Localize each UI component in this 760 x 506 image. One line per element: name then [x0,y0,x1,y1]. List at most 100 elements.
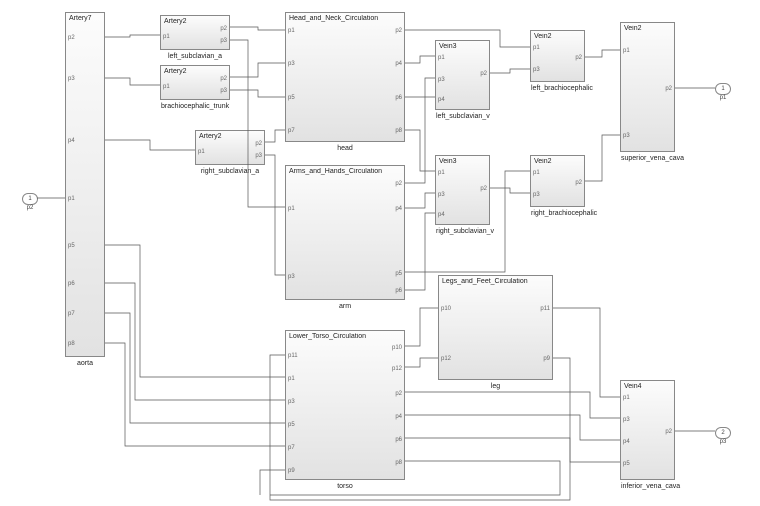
block-aorta-title: Artery7 [69,15,101,22]
block-brachiocephalic-trunk[interactable]: Artery2 p1 p2 p3 brachiocephalic_trunk [160,65,230,100]
port: p3 [623,417,630,423]
port: p2 [575,180,582,186]
port: p2 [395,181,402,187]
port: p3 [255,153,262,159]
label: torso [286,483,404,490]
block-right-subclavian-v[interactable]: Vein3 p1 p3 p4 p2 right_subclavian_v [435,155,490,225]
output-port-2[interactable]: 2 [715,427,731,439]
port: p7 [288,445,295,451]
label: superior_vena_cava [621,155,674,162]
port: p1 [623,395,630,401]
port: p7 [68,311,75,317]
output-port-1-label: p1 [715,95,731,101]
port: p1 [68,196,75,202]
port: p5 [288,95,295,101]
block-left-subclavian-v[interactable]: Vein3 p1 p3 p4 p2 left_subclavian_v [435,40,490,110]
title: Artery2 [164,18,226,25]
port: p1 [438,170,445,176]
port: p1 [163,84,170,90]
port: p10 [441,306,451,312]
port: p5 [288,422,295,428]
block-superior-vena-cava[interactable]: Vein2 p1 p3 p2 superior_vena_cava [620,22,675,152]
output-port-1[interactable]: 1 [715,83,731,95]
port: p2 [395,391,402,397]
port: p5 [623,461,630,467]
title: Arms_and_Hands_Circulation [289,168,401,175]
label: arm [286,303,404,310]
port: p3 [288,399,295,405]
port: p4 [395,414,402,420]
port: p2 [480,71,487,77]
port: p3 [533,192,540,198]
port: p1 [288,376,295,382]
port: p3 [438,192,445,198]
label: inferior_vena_cava [621,483,674,490]
label: right_brachiocephalic [531,210,584,217]
port: p3 [220,38,227,44]
title: Vein2 [624,25,671,32]
port: p6 [395,288,402,294]
block-aorta-label: aorta [66,360,104,367]
port: p2 [665,86,672,92]
port: p4 [438,212,445,218]
port: p9 [288,468,295,474]
port: p2 [665,429,672,435]
port: p3 [68,76,75,82]
port: p5 [68,243,75,249]
title: Vein2 [534,158,581,165]
port: p1 [623,48,630,54]
title: Lower_Torso_Circulation [289,333,401,340]
input-port-num: 1 [28,196,31,202]
port: p3 [438,77,445,83]
block-left-subclavian-a[interactable]: Artery2 p1 p2 p3 left_subclavian_a [160,15,230,50]
port: p4 [68,138,75,144]
port: p6 [395,437,402,443]
block-inferior-vena-cava[interactable]: Vein4 p1 p3 p4 p5 p2 inferior_vena_cava [620,380,675,480]
output-port-2-num: 2 [721,430,724,436]
port: p9 [543,356,550,362]
input-port-1[interactable]: 1 [22,193,38,205]
block-right-subclavian-a[interactable]: Artery2 p1 p2 p3 right_subclavian_a [195,130,265,165]
output-port-2-label: p3 [715,439,731,445]
port: p2 [68,35,75,41]
port: p1 [288,206,295,212]
block-left-brachiocephalic[interactable]: Vein2 p1 p3 p2 left_brachiocephalic [530,30,585,82]
block-torso[interactable]: Lower_Torso_Circulation p11 p1 p3 p5 p7 … [285,330,405,480]
port: p2 [220,26,227,32]
port: p3 [623,133,630,139]
block-head[interactable]: Head_and_Neck_Circulation p1 p3 p5 p7 p2… [285,12,405,142]
port: p4 [623,439,630,445]
port: p1 [438,55,445,61]
port: p1 [288,28,295,34]
title: Vein2 [534,33,581,40]
block-right-brachiocephalic[interactable]: Vein2 p1 p3 p2 right_brachiocephalic [530,155,585,207]
label: brachiocephalic_trunk [161,103,229,110]
port: p3 [288,274,295,280]
port: p11 [288,353,298,359]
port: p1 [533,45,540,51]
port: p1 [163,34,170,40]
label: left_brachiocephalic [531,85,584,92]
block-leg[interactable]: Legs_and_Feet_Circulation p10 p12 p11 p9… [438,275,553,380]
port: p12 [441,356,451,362]
title: Artery2 [199,133,261,140]
port: p10 [392,345,402,351]
port: p1 [533,170,540,176]
port: p4 [395,206,402,212]
block-aorta[interactable]: Artery7 p2 p3 p4 p1 p5 p6 p7 p8 aorta [65,12,105,357]
title: Head_and_Neck_Circulation [289,15,401,22]
port: p3 [533,67,540,73]
port: p2 [255,141,262,147]
port: p8 [68,341,75,347]
input-port-1-label: p2 [22,205,38,211]
port: p2 [220,76,227,82]
port: p3 [288,61,295,67]
title: Vein4 [624,383,671,390]
port: p2 [575,55,582,61]
label: right_subclavian_v [436,228,489,235]
label: left_subclavian_v [436,113,489,120]
block-arm[interactable]: Arms_and_Hands_Circulation p1 p3 p2 p4 p… [285,165,405,300]
title: Vein3 [439,43,486,50]
title: Artery2 [164,68,226,75]
port: p8 [395,460,402,466]
